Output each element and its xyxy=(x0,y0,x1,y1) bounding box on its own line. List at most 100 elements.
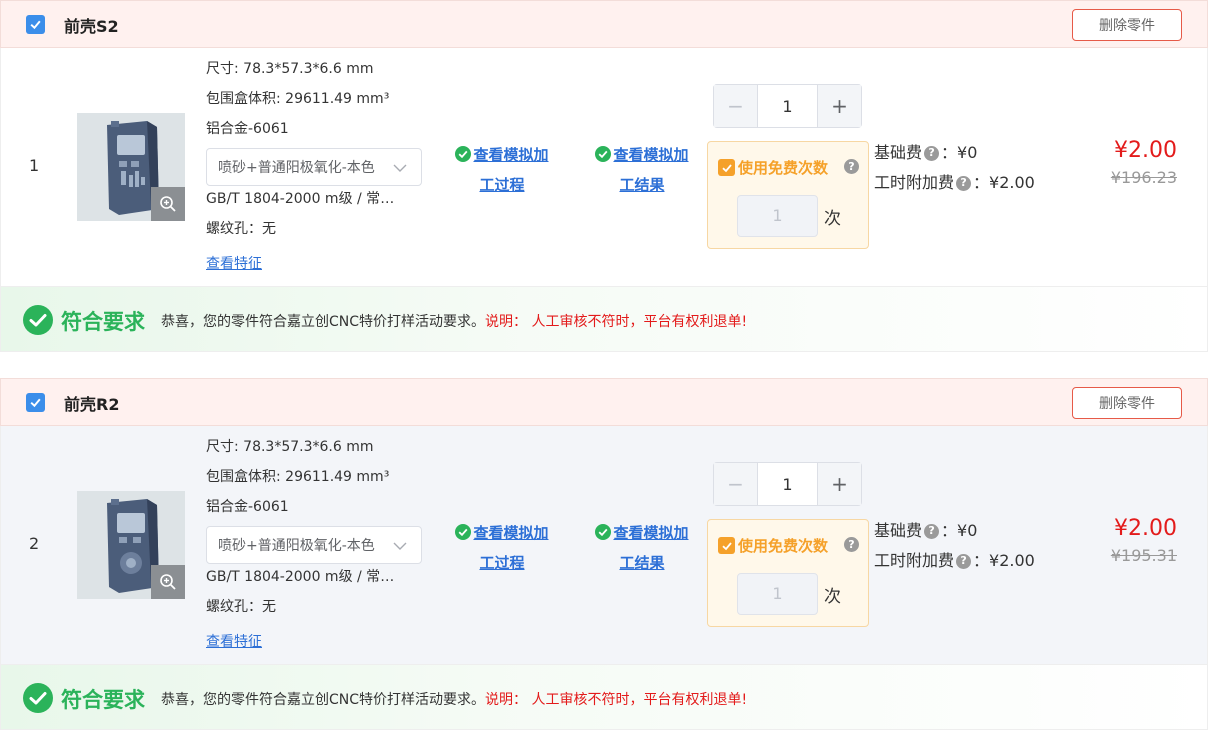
part-body: 2 尺寸: 78.3*57.3*6.6 mm 包围盒体积: 29611.49 m… xyxy=(0,426,1208,664)
part-select-checkbox[interactable] xyxy=(26,393,45,412)
part-name: 前壳R2 xyxy=(64,395,120,414)
decrement-button[interactable]: − xyxy=(714,463,758,505)
base-fee-value: ：¥0 xyxy=(941,143,978,162)
view-features-link[interactable]: 查看特征 xyxy=(206,631,262,651)
chevron-down-icon xyxy=(393,164,407,172)
quantity-input[interactable]: 1 xyxy=(758,85,817,127)
part-specs: 尺寸: 78.3*57.3*6.6 mm 包围盒体积: 29611.49 mm³… xyxy=(206,438,426,651)
question-circle-icon[interactable]: ? xyxy=(924,523,940,539)
original-price: ¥196.23 xyxy=(1110,168,1177,187)
view-sim-process-link[interactable]: 查看模拟加 工过程 xyxy=(442,140,562,200)
decrement-button[interactable]: − xyxy=(714,85,758,127)
compliance-message: 恭喜，您的零件符合嘉立创CNC特价打样活动要求。 xyxy=(161,692,486,708)
compliance-text: 恭喜，您的零件符合嘉立创CNC特价打样活动要求。说明： 人工审核不符时，平台有权… xyxy=(161,311,747,331)
free-count-input[interactable]: 1 xyxy=(737,573,818,615)
zoom-button[interactable] xyxy=(151,565,185,599)
question-circle-icon[interactable]: ? xyxy=(844,159,859,174)
delete-part-button[interactable]: 删除零件 xyxy=(1072,387,1182,419)
part-card: 前壳S2 删除零件 1 尺寸: 78.3*57.3*6.6 mm 包围盒体积: … xyxy=(0,0,1208,352)
finish-select[interactable]: 喷砂+普通阳极氧化-本色 xyxy=(206,526,422,564)
zoom-in-icon xyxy=(160,196,176,212)
free-usage-checkbox[interactable] xyxy=(718,159,735,176)
free-usage-box: 使用免费次数 ? 1 次 xyxy=(707,141,869,249)
compliance-title: 符合要求 xyxy=(61,310,145,334)
labor-fee-label: 工时附加费 xyxy=(874,173,955,192)
chevron-down-icon xyxy=(393,542,407,550)
check-icon xyxy=(721,541,732,550)
part-select-checkbox[interactable] xyxy=(26,15,45,34)
increment-button[interactable]: + xyxy=(817,463,861,505)
zoom-button[interactable] xyxy=(151,187,185,221)
part-volume: 包围盒体积: 29611.49 mm³ xyxy=(206,91,390,107)
labor-fee-label: 工时附加费 xyxy=(874,551,955,570)
sim-process-label-2: 工过程 xyxy=(479,176,525,194)
check-icon xyxy=(721,163,732,172)
compliance-banner: 符合要求 恭喜，您的零件符合嘉立创CNC特价打样活动要求。说明： 人工审核不符时… xyxy=(0,664,1208,730)
base-fee-label: 基础费 xyxy=(874,521,923,540)
part-thread: 螺纹孔：无 xyxy=(206,599,276,615)
free-usage-label[interactable]: 使用免费次数 xyxy=(738,157,828,178)
part-card: 前壳R2 删除零件 2 尺寸: 78.3*57.3*6.6 mm 包围盒体积: … xyxy=(0,378,1208,730)
free-usage-checkbox[interactable] xyxy=(718,537,735,554)
view-features-link[interactable]: 查看特征 xyxy=(206,253,262,273)
price-block: ¥2.00 ¥196.23 xyxy=(1111,138,1177,187)
part-name: 前壳S2 xyxy=(64,17,119,36)
check-icon xyxy=(30,20,41,30)
sim-process-label-1: 查看模拟加 xyxy=(473,146,549,164)
view-sim-result-link[interactable]: 查看模拟加 工结果 xyxy=(582,518,702,578)
row-index: 2 xyxy=(29,534,40,553)
current-price: ¥2.00 xyxy=(1114,516,1177,541)
free-usage-box: 使用免费次数 ? 1 次 xyxy=(707,519,869,627)
check-icon xyxy=(30,398,41,408)
check-circle-icon xyxy=(23,683,53,713)
part-tolerance: GB/T 1804-2000 m级 / 常规公差 xyxy=(206,569,406,585)
increment-button[interactable]: + xyxy=(817,85,861,127)
labor-fee-value: ：¥2.00 xyxy=(973,551,1035,570)
free-count-input[interactable]: 1 xyxy=(737,195,818,237)
current-price: ¥2.00 xyxy=(1114,138,1177,163)
base-fee-value: ：¥0 xyxy=(941,521,978,540)
compliance-message: 恭喜，您的零件符合嘉立创CNC特价打样活动要求。 xyxy=(161,314,486,330)
part-thread: 螺纹孔：无 xyxy=(206,221,276,237)
check-circle-icon xyxy=(455,524,472,540)
view-sim-process-link[interactable]: 查看模拟加 工过程 xyxy=(442,518,562,578)
part-thumbnail[interactable] xyxy=(77,491,185,599)
sim-result-label-1: 查看模拟加 xyxy=(613,524,689,542)
part-tolerance: GB/T 1804-2000 m级 / 常规公差 xyxy=(206,191,406,207)
free-count-unit: 次 xyxy=(824,209,841,229)
sim-process-label-2: 工过程 xyxy=(479,554,525,572)
part-thumbnail[interactable] xyxy=(77,113,185,221)
delete-part-button[interactable]: 删除零件 xyxy=(1072,9,1182,41)
check-circle-icon xyxy=(23,305,53,335)
fee-breakdown: 基础费 ? ：¥0 工时附加费 ? ：¥2.00 xyxy=(874,516,1035,576)
question-circle-icon[interactable]: ? xyxy=(844,537,859,552)
row-index: 1 xyxy=(29,156,40,175)
part-size: 尺寸: 78.3*57.3*6.6 mm xyxy=(206,61,374,77)
question-circle-icon[interactable]: ? xyxy=(956,553,972,569)
original-price: ¥195.31 xyxy=(1110,546,1177,565)
free-usage-label[interactable]: 使用免费次数 xyxy=(738,535,828,556)
parts-list: 前壳S2 删除零件 1 尺寸: 78.3*57.3*6.6 mm 包围盒体积: … xyxy=(0,0,1208,732)
free-count-unit: 次 xyxy=(824,587,841,607)
question-circle-icon[interactable]: ? xyxy=(956,175,972,191)
view-sim-result-link[interactable]: 查看模拟加 工结果 xyxy=(582,140,702,200)
compliance-title: 符合要求 xyxy=(61,688,145,712)
finish-select[interactable]: 喷砂+普通阳极氧化-本色 xyxy=(206,148,422,186)
part-volume: 包围盒体积: 29611.49 mm³ xyxy=(206,469,390,485)
finish-select-value: 喷砂+普通阳极氧化-本色 xyxy=(218,160,375,176)
check-circle-icon xyxy=(455,146,472,162)
check-circle-icon xyxy=(595,146,612,162)
sim-result-label-2: 工结果 xyxy=(619,176,665,194)
compliance-warning: 说明： 人工审核不符时，平台有权利退单! xyxy=(485,692,748,708)
sim-result-label-1: 查看模拟加 xyxy=(613,146,689,164)
compliance-warning: 说明： 人工审核不符时，平台有权利退单! xyxy=(485,314,748,330)
compliance-text: 恭喜，您的零件符合嘉立创CNC特价打样活动要求。说明： 人工审核不符时，平台有权… xyxy=(161,689,747,709)
base-fee-label: 基础费 xyxy=(874,143,923,162)
quantity-input[interactable]: 1 xyxy=(758,463,817,505)
part-header: 前壳S2 删除零件 xyxy=(0,0,1208,48)
question-circle-icon[interactable]: ? xyxy=(924,145,940,161)
part-body: 1 尺寸: 78.3*57.3*6.6 mm 包围盒体积: 29611.49 m… xyxy=(0,48,1208,286)
finish-select-value: 喷砂+普通阳极氧化-本色 xyxy=(218,538,375,554)
labor-fee-value: ：¥2.00 xyxy=(973,173,1035,192)
part-header: 前壳R2 删除零件 xyxy=(0,378,1208,426)
